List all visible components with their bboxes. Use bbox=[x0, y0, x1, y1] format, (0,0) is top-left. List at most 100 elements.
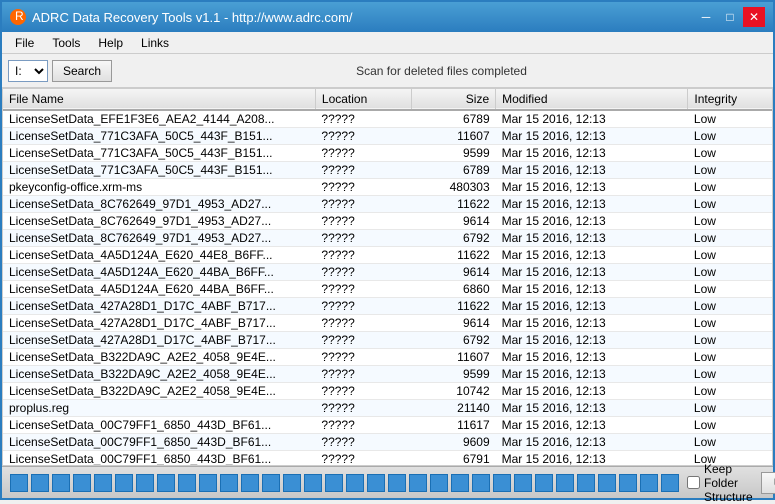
table-cell-size: 9614 bbox=[412, 213, 496, 230]
table-row[interactable]: LicenseSetData_00C79FF1_6850_443D_BF61..… bbox=[3, 434, 772, 451]
table-cell-size: 11622 bbox=[412, 196, 496, 213]
table-cell-location: ????? bbox=[315, 162, 411, 179]
col-header-size[interactable]: Size bbox=[412, 89, 496, 110]
table-cell-modified: Mar 15 2016, 12:13 bbox=[496, 366, 688, 383]
col-header-filename[interactable]: File Name bbox=[3, 89, 315, 110]
table-row[interactable]: LicenseSetData_B322DA9C_A2E2_4058_9E4E..… bbox=[3, 349, 772, 366]
table-scroll[interactable]: File Name Location Size Modified Integri… bbox=[3, 89, 772, 465]
progress-block bbox=[199, 474, 217, 492]
table-row[interactable]: LicenseSetData_427A28D1_D17C_4ABF_B717..… bbox=[3, 315, 772, 332]
undelete-button[interactable]: Undelete Files bbox=[761, 472, 775, 494]
progress-block bbox=[283, 474, 301, 492]
search-button[interactable]: Search bbox=[52, 60, 112, 82]
table-cell-integrity: Low bbox=[688, 298, 772, 315]
table-cell-integrity: Low bbox=[688, 179, 772, 196]
table-row[interactable]: LicenseSetData_771C3AFA_50C5_443F_B151..… bbox=[3, 162, 772, 179]
table-cell-integrity: Low bbox=[688, 417, 772, 434]
table-row[interactable]: LicenseSetData_B322DA9C_A2E2_4058_9E4E..… bbox=[3, 366, 772, 383]
table-cell-size: 11622 bbox=[412, 298, 496, 315]
table-cell-integrity: Low bbox=[688, 434, 772, 451]
table-row[interactable]: pkeyconfig-office.xrm-ms?????480303Mar 1… bbox=[3, 179, 772, 196]
table-row[interactable]: LicenseSetData_427A28D1_D17C_4ABF_B717..… bbox=[3, 332, 772, 349]
table-cell-file-name: LicenseSetData_427A28D1_D17C_4ABF_B717..… bbox=[3, 298, 315, 315]
status-text: Scan for deleted files completed bbox=[116, 64, 767, 78]
progress-block bbox=[304, 474, 322, 492]
table-cell-location: ????? bbox=[315, 264, 411, 281]
table-cell-modified: Mar 15 2016, 12:13 bbox=[496, 128, 688, 145]
table-cell-modified: Mar 15 2016, 12:13 bbox=[496, 179, 688, 196]
toolbar: I: C: D: Search Scan for deleted files c… bbox=[2, 54, 773, 88]
table-row[interactable]: LicenseSetData_771C3AFA_50C5_443F_B151..… bbox=[3, 128, 772, 145]
table-cell-size: 11607 bbox=[412, 128, 496, 145]
progress-block bbox=[178, 474, 196, 492]
table-cell-size: 6792 bbox=[412, 230, 496, 247]
progress-block bbox=[115, 474, 133, 492]
table-cell-location: ????? bbox=[315, 400, 411, 417]
table-row[interactable]: LicenseSetData_00C79FF1_6850_443D_BF61..… bbox=[3, 451, 772, 466]
table-row[interactable]: LicenseSetData_EFE1F3E6_AEA2_4144_A208..… bbox=[3, 110, 772, 128]
table-cell-file-name: proplus.reg bbox=[3, 400, 315, 417]
file-table-container: File Name Location Size Modified Integri… bbox=[2, 88, 773, 466]
col-header-location[interactable]: Location bbox=[315, 89, 411, 110]
table-cell-integrity: Low bbox=[688, 332, 772, 349]
table-cell-file-name: LicenseSetData_EFE1F3E6_AEA2_4144_A208..… bbox=[3, 110, 315, 128]
table-row[interactable]: LicenseSetData_427A28D1_D17C_4ABF_B717..… bbox=[3, 298, 772, 315]
table-row[interactable]: LicenseSetData_B322DA9C_A2E2_4058_9E4E..… bbox=[3, 383, 772, 400]
table-cell-location: ????? bbox=[315, 213, 411, 230]
table-cell-integrity: Low bbox=[688, 366, 772, 383]
table-row[interactable]: LicenseSetData_4A5D124A_E620_44E8_B6FF..… bbox=[3, 247, 772, 264]
table-cell-file-name: LicenseSetData_4A5D124A_E620_44BA_B6FF..… bbox=[3, 281, 315, 298]
table-cell-integrity: Low bbox=[688, 110, 772, 128]
table-row[interactable]: LicenseSetData_4A5D124A_E620_44BA_B6FF..… bbox=[3, 264, 772, 281]
file-table: File Name Location Size Modified Integri… bbox=[3, 89, 772, 465]
table-row[interactable]: LicenseSetData_4A5D124A_E620_44BA_B6FF..… bbox=[3, 281, 772, 298]
table-row[interactable]: LicenseSetData_8C762649_97D1_4953_AD27..… bbox=[3, 196, 772, 213]
table-cell-location: ????? bbox=[315, 451, 411, 466]
table-cell-size: 9599 bbox=[412, 145, 496, 162]
col-header-integrity[interactable]: Integrity bbox=[688, 89, 772, 110]
maximize-button[interactable]: □ bbox=[719, 7, 741, 27]
close-button[interactable]: ✕ bbox=[743, 7, 765, 27]
table-cell-location: ????? bbox=[315, 110, 411, 128]
table-cell-size: 480303 bbox=[412, 179, 496, 196]
progress-block bbox=[367, 474, 385, 492]
table-row[interactable]: LicenseSetData_00C79FF1_6850_443D_BF61..… bbox=[3, 417, 772, 434]
menu-file[interactable]: File bbox=[6, 33, 43, 53]
table-cell-file-name: LicenseSetData_771C3AFA_50C5_443F_B151..… bbox=[3, 128, 315, 145]
table-cell-file-name: LicenseSetData_427A28D1_D17C_4ABF_B717..… bbox=[3, 315, 315, 332]
col-header-modified[interactable]: Modified bbox=[496, 89, 688, 110]
table-cell-integrity: Low bbox=[688, 400, 772, 417]
drive-select[interactable]: I: C: D: bbox=[8, 60, 48, 82]
table-row[interactable]: proplus.reg?????21140Mar 15 2016, 12:13L… bbox=[3, 400, 772, 417]
minimize-button[interactable]: ─ bbox=[695, 7, 717, 27]
table-cell-integrity: Low bbox=[688, 196, 772, 213]
table-row[interactable]: LicenseSetData_771C3AFA_50C5_443F_B151..… bbox=[3, 145, 772, 162]
progress-block bbox=[514, 474, 532, 492]
table-cell-integrity: Low bbox=[688, 230, 772, 247]
table-cell-modified: Mar 15 2016, 12:13 bbox=[496, 110, 688, 128]
table-cell-file-name: LicenseSetData_00C79FF1_6850_443D_BF61..… bbox=[3, 451, 315, 466]
table-cell-modified: Mar 15 2016, 12:13 bbox=[496, 451, 688, 466]
table-cell-integrity: Low bbox=[688, 213, 772, 230]
table-cell-file-name: LicenseSetData_427A28D1_D17C_4ABF_B717..… bbox=[3, 332, 315, 349]
table-cell-modified: Mar 15 2016, 12:13 bbox=[496, 383, 688, 400]
table-cell-file-name: LicenseSetData_8C762649_97D1_4953_AD27..… bbox=[3, 230, 315, 247]
table-cell-file-name: LicenseSetData_B322DA9C_A2E2_4058_9E4E..… bbox=[3, 366, 315, 383]
table-cell-location: ????? bbox=[315, 230, 411, 247]
table-row[interactable]: LicenseSetData_8C762649_97D1_4953_AD27..… bbox=[3, 230, 772, 247]
table-cell-location: ????? bbox=[315, 315, 411, 332]
table-cell-integrity: Low bbox=[688, 247, 772, 264]
keep-folder-checkbox[interactable] bbox=[687, 476, 700, 489]
bottom-bar: Keep Folder Structure Undelete Files bbox=[2, 466, 773, 498]
progress-block bbox=[346, 474, 364, 492]
progress-area bbox=[10, 474, 679, 492]
menu-tools[interactable]: Tools bbox=[43, 33, 89, 53]
menu-help[interactable]: Help bbox=[89, 33, 132, 53]
table-row[interactable]: LicenseSetData_8C762649_97D1_4953_AD27..… bbox=[3, 213, 772, 230]
table-cell-location: ????? bbox=[315, 434, 411, 451]
menu-links[interactable]: Links bbox=[132, 33, 178, 53]
table-cell-modified: Mar 15 2016, 12:13 bbox=[496, 417, 688, 434]
progress-block bbox=[157, 474, 175, 492]
table-cell-size: 6789 bbox=[412, 162, 496, 179]
table-cell-modified: Mar 15 2016, 12:13 bbox=[496, 145, 688, 162]
